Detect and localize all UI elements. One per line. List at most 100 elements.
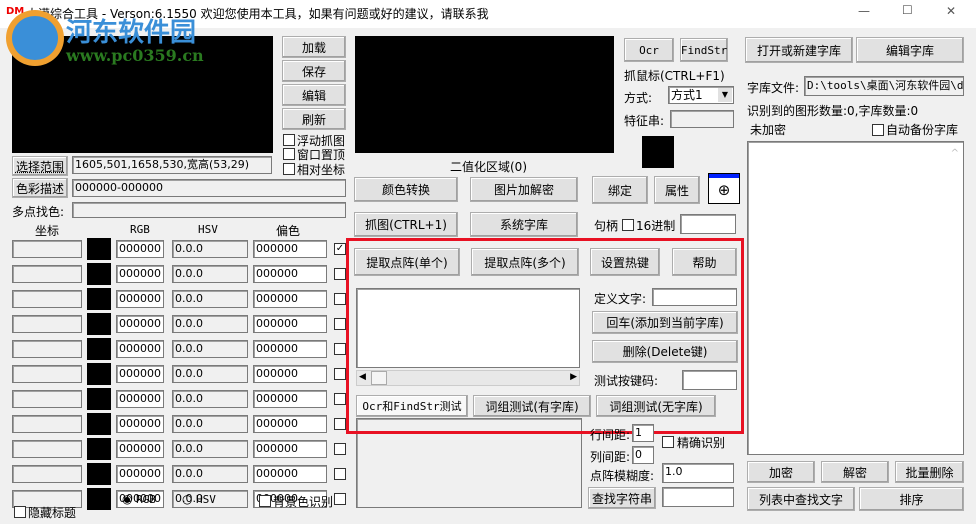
edit-button[interactable]: 编辑 <box>282 84 346 106</box>
select-range-button[interactable]: 选择范围 <box>12 156 68 176</box>
decrypt-button[interactable]: 解密 <box>821 461 889 483</box>
rgb-field[interactable]: 000000 <box>116 290 164 308</box>
offset-field[interactable]: 000000 <box>253 315 327 333</box>
coord-field[interactable] <box>12 415 82 433</box>
hsv-field[interactable]: 0.0.0 <box>172 415 248 433</box>
scroll-up-icon[interactable]: ^ <box>951 146 959 162</box>
open-lib-button[interactable]: 打开或新建字库 <box>745 37 853 63</box>
coord-field[interactable] <box>12 290 82 308</box>
hsv-field[interactable]: 0.0.0 <box>172 465 248 483</box>
bind-button[interactable]: 绑定 <box>592 176 648 204</box>
rgb-field[interactable]: 000000 <box>116 240 164 258</box>
rgb-radio[interactable]: ◉ <box>122 492 132 506</box>
coord-field[interactable] <box>12 340 82 358</box>
font-list[interactable]: ^ <box>747 141 964 455</box>
hsv-radio[interactable]: ○ <box>182 492 192 506</box>
refresh-button[interactable]: 刷新 <box>282 108 346 130</box>
multi-point-field[interactable] <box>72 202 346 218</box>
hsv-field[interactable]: 0.0.0 <box>172 390 248 408</box>
coord-field[interactable] <box>12 390 82 408</box>
coord-field[interactable] <box>12 315 82 333</box>
rgb-field[interactable]: 000000 <box>116 390 164 408</box>
coord-field[interactable] <box>12 365 82 383</box>
bg-color-checkbox[interactable] <box>259 495 271 507</box>
hex-checkbox[interactable] <box>622 219 634 231</box>
row-checkbox[interactable] <box>334 393 346 405</box>
image-crypt-button[interactable]: 图片加解密 <box>470 177 578 202</box>
coord-field[interactable] <box>12 465 82 483</box>
float-capture-checkbox[interactable] <box>283 134 295 146</box>
coord-field[interactable] <box>12 440 82 458</box>
offset-field[interactable]: 000000 <box>253 365 327 383</box>
ocr-button[interactable]: Ocr <box>624 38 674 62</box>
offset-field[interactable]: 000000 <box>253 290 327 308</box>
rgb-field[interactable]: 000000 <box>116 265 164 283</box>
find-string-button[interactable]: 查找字符串 <box>588 487 656 509</box>
color-desc-button[interactable]: 色彩描述 <box>12 178 68 198</box>
auto-backup-checkbox[interactable] <box>872 124 884 136</box>
offset-field[interactable]: 000000 <box>253 240 327 258</box>
row-checkbox[interactable] <box>334 343 346 355</box>
rgb-field[interactable]: 000000 <box>116 315 164 333</box>
load-button[interactable]: 加载 <box>282 36 346 58</box>
minimize-button[interactable]: — <box>858 4 870 18</box>
system-font-button[interactable]: 系统字库 <box>470 212 578 237</box>
row-checkbox[interactable]: ✓ <box>334 243 346 255</box>
chevron-down-icon[interactable]: ▼ <box>718 88 732 102</box>
col-gap-field[interactable]: 0 <box>632 446 654 464</box>
offset-field[interactable]: 000000 <box>253 340 327 358</box>
row-checkbox[interactable] <box>334 268 346 280</box>
handle-field[interactable] <box>680 214 736 234</box>
rgb-field[interactable]: 000000 <box>116 440 164 458</box>
edit-lib-button[interactable]: 编辑字库 <box>856 37 964 63</box>
coord-field[interactable] <box>12 240 82 258</box>
color-desc-field[interactable]: 000000-000000 <box>72 179 346 197</box>
range-field[interactable]: 1605,501,1658,530,宽高(53,29) <box>72 156 272 174</box>
topmost-checkbox[interactable] <box>283 148 295 160</box>
hsv-field[interactable]: 0.0.0 <box>172 290 248 308</box>
offset-field[interactable]: 000000 <box>253 415 327 433</box>
batch-delete-button[interactable]: 批量删除 <box>895 461 964 483</box>
mode-select[interactable]: 方式1 ▼ <box>668 86 734 104</box>
line-gap-field[interactable]: 1 <box>632 424 654 442</box>
close-button[interactable]: ✕ <box>946 4 956 18</box>
hide-title-checkbox[interactable] <box>14 506 26 518</box>
hsv-field[interactable]: 0.0.0 <box>172 365 248 383</box>
feature-field[interactable] <box>670 110 734 128</box>
rgb-field[interactable]: 000000 <box>116 340 164 358</box>
save-button[interactable]: 保存 <box>282 60 346 82</box>
row-checkbox[interactable] <box>334 293 346 305</box>
coord-field[interactable] <box>12 265 82 283</box>
rgb-field[interactable]: 000000 <box>116 365 164 383</box>
row-checkbox[interactable] <box>334 318 346 330</box>
offset-field[interactable]: 000000 <box>253 440 327 458</box>
capture-button[interactable]: 抓图(CTRL+1) <box>354 212 458 237</box>
find-string-field[interactable] <box>662 487 734 507</box>
find-in-list-button[interactable]: 列表中查找文字 <box>747 487 855 511</box>
lib-file-field[interactable]: D:\tools\桌面\河东软件园\d <box>804 76 964 96</box>
maximize-button[interactable]: ☐ <box>902 3 913 17</box>
row-checkbox[interactable] <box>334 468 346 480</box>
blur-field[interactable]: 1.0 <box>662 463 734 483</box>
hsv-field[interactable]: 0.0.0 <box>172 265 248 283</box>
window-finder-icon[interactable]: ⊕ <box>708 173 740 204</box>
findstr-button[interactable]: FindStr <box>680 38 728 62</box>
offset-field[interactable]: 000000 <box>253 265 327 283</box>
hsv-field[interactable]: 0.0.0 <box>172 440 248 458</box>
rgb-field[interactable]: 000000 <box>116 415 164 433</box>
row-checkbox[interactable] <box>334 418 346 430</box>
hsv-field[interactable]: 0.0.0 <box>172 240 248 258</box>
offset-field[interactable]: 000000 <box>253 465 327 483</box>
color-convert-button[interactable]: 颜色转换 <box>354 177 458 202</box>
encrypt-button[interactable]: 加密 <box>747 461 815 483</box>
rgb-field[interactable]: 000000 <box>116 465 164 483</box>
relative-coords-checkbox[interactable] <box>283 163 295 175</box>
offset-field[interactable]: 000000 <box>253 390 327 408</box>
row-checkbox[interactable] <box>334 443 346 455</box>
row-checkbox[interactable] <box>334 493 346 505</box>
hsv-field[interactable]: 0.0.0 <box>172 340 248 358</box>
sort-button[interactable]: 排序 <box>859 487 964 511</box>
hsv-field[interactable]: 0.0.0 <box>172 315 248 333</box>
props-button[interactable]: 属性 <box>654 176 700 204</box>
row-checkbox[interactable] <box>334 368 346 380</box>
